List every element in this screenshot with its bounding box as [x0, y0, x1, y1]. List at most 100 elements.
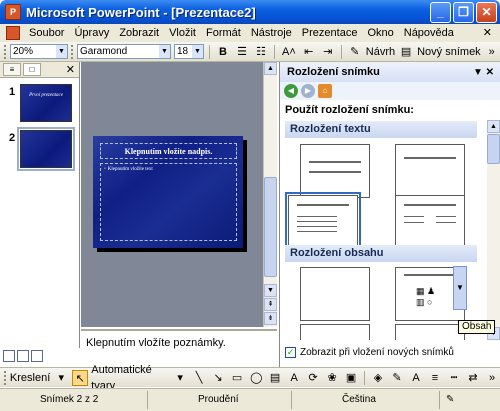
slide-thumbnail-image[interactable] [17, 127, 75, 171]
arrow-icon[interactable]: ↘ [210, 370, 226, 386]
show-on-insert-option[interactable]: ✓ Zobrazit při vložení nových snímků [285, 347, 454, 358]
slides-tab[interactable]: □ [23, 63, 41, 76]
line-icon[interactable]: ╲ [191, 370, 207, 386]
menu-vlozit[interactable]: Vložit [164, 27, 201, 39]
chevron-down-icon[interactable]: ▾ [172, 370, 188, 386]
chevron-down-icon[interactable]: ▾ [53, 370, 69, 386]
layout-dropdown-button[interactable]: ▼ [453, 266, 467, 310]
home-icon[interactable]: ⌂ [318, 84, 332, 98]
menu-napoveda[interactable]: Nápověda [399, 27, 459, 39]
toolbar-separator [209, 44, 210, 59]
line-color-icon[interactable]: ✎ [389, 370, 405, 386]
more-options-icon[interactable]: » [484, 44, 500, 60]
layout-title-only[interactable] [300, 144, 370, 198]
normal-view-icon[interactable] [3, 350, 15, 362]
menu-upravy[interactable]: Úpravy [69, 27, 114, 39]
scroll-thumb[interactable] [487, 134, 500, 164]
status-design: Proudění [148, 391, 292, 409]
slide-canvas: Klepnutím vložíte nadpis. • Klepnutím vlo… [81, 62, 263, 327]
dash-style-icon[interactable]: ┅ [446, 370, 462, 386]
diagram-icon[interactable]: ⟳ [305, 370, 321, 386]
clipart-icon[interactable]: ❀ [324, 370, 340, 386]
spelling-icon[interactable]: ✎ [440, 391, 480, 409]
font-select[interactable]: Garamond ▼ [77, 44, 171, 59]
slide-sorter-view-icon[interactable] [17, 350, 29, 362]
toolbar-grip[interactable] [4, 370, 7, 385]
forward-icon[interactable]: ▶ [301, 84, 315, 98]
rectangle-icon[interactable]: ▭ [229, 370, 245, 386]
slide-show-icon[interactable] [31, 350, 43, 362]
powerpoint-icon[interactable]: P [5, 4, 21, 20]
increase-indent-icon[interactable]: ⇥ [320, 44, 336, 60]
new-slide-button[interactable]: Nový snímek [417, 44, 481, 60]
picture-icon[interactable]: ▣ [343, 370, 359, 386]
menu-prezentace[interactable]: Prezentace [297, 27, 363, 39]
close-document-icon[interactable]: ✕ [483, 26, 492, 39]
increase-font-icon[interactable]: A˄ [280, 44, 298, 60]
draw-menu[interactable]: Kreslení [10, 370, 50, 386]
design-icon[interactable]: ✎ [347, 44, 363, 60]
arrow-style-icon[interactable]: ⇄ [465, 370, 481, 386]
section-text-layouts: Rozložení textu [285, 121, 477, 138]
font-size-select[interactable]: 18 ▼ [174, 44, 204, 59]
scroll-thumb[interactable] [264, 177, 277, 277]
scroll-up-icon[interactable]: ▲ [264, 62, 277, 75]
menu-zobrazit[interactable]: Zobrazit [114, 27, 164, 39]
previous-slide-icon[interactable]: ⇞ [264, 298, 277, 311]
scroll-down-icon[interactable]: ▼ [264, 284, 277, 297]
task-pane-scrollbar[interactable]: ▲ ▼ [487, 120, 500, 340]
outline-tab[interactable]: ≡ [3, 63, 21, 76]
design-button[interactable]: Návrh [366, 44, 395, 60]
zoom-select[interactable]: 20% ▼ [10, 44, 68, 59]
status-language: Čeština [292, 391, 440, 409]
bold-button[interactable]: B [215, 44, 231, 60]
slide-vertical-scrollbar[interactable]: ▲ ▼ ⇞ ⇟ [263, 62, 277, 327]
layout-title-content-2[interactable] [395, 324, 465, 340]
minimize-button[interactable]: _ [430, 2, 451, 23]
menu-nastroje[interactable]: Nástroje [246, 27, 297, 39]
close-pane-icon[interactable]: ✕ [66, 63, 75, 76]
new-slide-icon[interactable]: ▤ [398, 44, 414, 60]
menu-okno[interactable]: Okno [362, 27, 398, 39]
toolbar-grip[interactable] [71, 44, 74, 59]
wordart-icon[interactable]: A [286, 370, 302, 386]
numbering-icon[interactable]: ☰ [234, 44, 250, 60]
task-pane-controls[interactable]: ▼ ✕ [473, 67, 500, 78]
document-icon[interactable] [6, 26, 20, 40]
scroll-up-icon[interactable]: ▲ [487, 120, 500, 133]
current-slide[interactable]: Klepnutím vložíte nadpis. • Klepnutím vlo… [93, 136, 243, 248]
toolbar-grip[interactable] [4, 44, 7, 59]
restore-button[interactable]: ❐ [453, 2, 474, 23]
checkbox[interactable]: ✓ [285, 347, 296, 358]
select-objects-icon[interactable]: ↖ [72, 369, 89, 386]
layout-title-text[interactable] [285, 192, 361, 252]
text-box-icon[interactable]: ▤ [267, 370, 283, 386]
layout-blank-title[interactable] [395, 144, 465, 198]
chevron-down-icon[interactable]: ▼ [159, 45, 170, 58]
close-button[interactable]: ✕ [476, 2, 497, 23]
chevron-down-icon[interactable]: ▼ [56, 45, 67, 58]
layout-blank[interactable] [300, 267, 370, 321]
content-icons: ▦ ♟ ▥ ○ [416, 286, 436, 307]
menu-format[interactable]: Formát [201, 27, 246, 39]
back-icon[interactable]: ◀ [284, 84, 298, 98]
fill-color-icon[interactable]: ◈ [370, 370, 386, 386]
more-options-icon[interactable]: » [484, 370, 500, 386]
menu-soubor[interactable]: Soubor [24, 27, 69, 39]
layout-title-content[interactable] [300, 324, 370, 340]
next-slide-icon[interactable]: ⇟ [264, 312, 277, 325]
decrease-indent-icon[interactable]: ⇤ [301, 44, 317, 60]
slide-thumbnail-image[interactable]: Prvoí prezentace [20, 84, 72, 122]
bullets-icon[interactable]: ☷ [253, 44, 269, 60]
toolbar-separator [340, 44, 342, 59]
line-style-icon[interactable]: ≡ [427, 370, 443, 386]
task-pane-title: Rozložení snímku [287, 66, 380, 78]
body-placeholder[interactable]: • Klepnutím vložíte text [100, 163, 237, 241]
font-color-icon[interactable]: A [408, 370, 424, 386]
layout-two-columns[interactable] [395, 195, 465, 249]
oval-icon[interactable]: ◯ [248, 370, 264, 386]
title-placeholder[interactable]: Klepnutím vložíte nadpis. [100, 143, 237, 159]
toolbar-separator [274, 44, 275, 59]
section-content-layouts: Rozložení obsahu [285, 245, 477, 262]
chevron-down-icon[interactable]: ▼ [192, 45, 203, 58]
